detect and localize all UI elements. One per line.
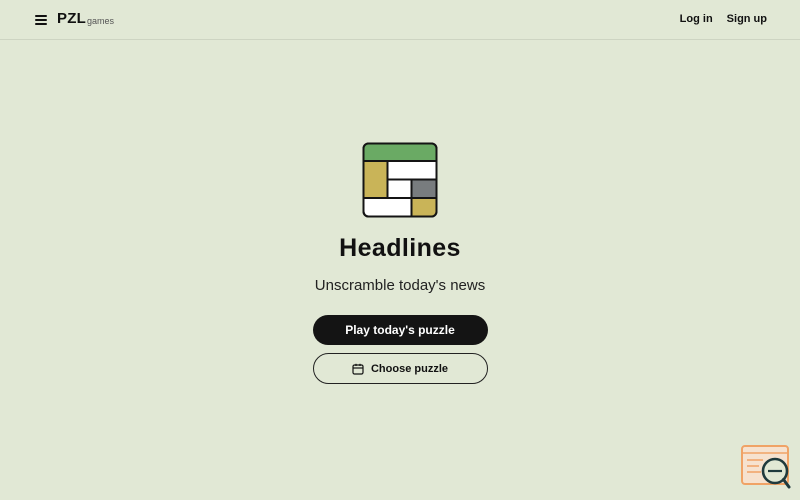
feedback-search-icon[interactable] — [741, 445, 791, 489]
choose-puzzle-button[interactable]: Choose puzzle — [312, 353, 488, 384]
auth-links: Log in Sign up — [680, 13, 767, 25]
logo-sub-text: games — [86, 16, 114, 26]
calendar-icon — [352, 363, 364, 375]
signup-link[interactable]: Sign up — [727, 13, 767, 25]
choose-puzzle-label: Choose puzzle — [370, 362, 448, 375]
login-link[interactable]: Log in — [680, 13, 713, 25]
hamburger-menu-icon[interactable] — [34, 13, 50, 27]
logo-main-text: PZL — [57, 10, 86, 27]
game-hero: Headlines Unscramble today's news Play t… — [0, 142, 800, 384]
headlines-grid-logo-icon — [362, 142, 438, 218]
site-logo[interactable]: PZL games — [57, 10, 114, 28]
game-tagline: Unscramble today's news — [314, 277, 486, 294]
game-title: Headlines — [339, 234, 461, 262]
play-todays-puzzle-button[interactable]: Play today's puzzle — [312, 315, 488, 345]
top-navigation-bar: PZL games Log in Sign up — [0, 0, 800, 40]
